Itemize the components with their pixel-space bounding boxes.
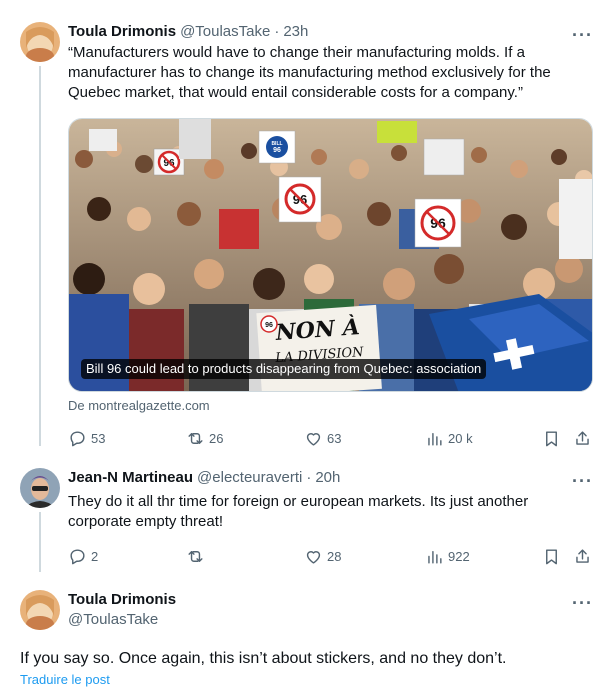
views-button[interactable]: 20 k — [425, 428, 473, 448]
author-name[interactable]: Toula Drimonis — [68, 590, 176, 610]
action-bar: 2 28 922 — [68, 546, 593, 566]
views-button[interactable]: 922 — [425, 546, 470, 566]
views-bar-icon — [428, 432, 442, 446]
separator-dot: · — [306, 469, 312, 486]
share-icon — [576, 548, 589, 563]
timestamp[interactable]: 20h — [315, 468, 340, 488]
heart-icon — [306, 432, 321, 446]
repost-icon — [188, 432, 203, 444]
author-handle-line: @ToulasTake — [68, 610, 158, 630]
bookmark-icon — [546, 548, 557, 564]
more-options-icon[interactable]: ··· — [572, 472, 593, 490]
card-image: 96 96 96 BILL 96 NON — [69, 119, 592, 391]
card-headline[interactable]: Bill 96 could lead to products disappear… — [81, 359, 487, 379]
share-button[interactable] — [573, 428, 592, 448]
views-count: 20 k — [448, 430, 473, 446]
card-source[interactable]: De montrealgazette.com — [68, 398, 210, 413]
svg-text:96: 96 — [273, 147, 281, 154]
share-icon — [576, 430, 589, 445]
tweet-text: They do it all thr time for foreign or e… — [68, 493, 529, 530]
bookmark-button[interactable] — [542, 428, 561, 448]
author-name-line: Toula Drimonis — [68, 590, 176, 610]
timestamp[interactable]: 23h — [283, 22, 308, 42]
thread-line — [39, 512, 41, 572]
views-bar-icon — [428, 550, 442, 564]
link-card[interactable]: 96 96 96 BILL 96 NON — [68, 118, 593, 392]
avatar[interactable] — [20, 590, 60, 630]
repost-icon — [188, 550, 203, 562]
separator-dot: · — [274, 23, 280, 40]
reply-button[interactable]: 2 — [68, 546, 98, 566]
share-button[interactable] — [573, 546, 592, 566]
more-options-icon[interactable]: ··· — [572, 594, 593, 612]
repost-button[interactable] — [186, 546, 209, 566]
reply-count: 53 — [91, 430, 106, 446]
action-bar: 53 26 63 20 k — [68, 428, 593, 448]
like-count: 28 — [327, 548, 342, 564]
heart-icon — [306, 550, 321, 564]
author-handle[interactable]: @electeuraverti — [197, 468, 302, 488]
tweet-text: “Manufacturers would have to change thei… — [68, 44, 551, 101]
repost-button[interactable]: 26 — [186, 428, 223, 448]
tweet-header: Toula Drimonis @ToulasTake · 23h — [68, 22, 308, 42]
tweet-header: Jean-N Martineau @electeuraverti · 20h — [68, 468, 340, 488]
views-count: 922 — [448, 548, 470, 564]
author-handle[interactable]: @ToulasTake — [68, 610, 158, 630]
translate-link[interactable]: Traduire le post — [20, 672, 110, 687]
like-button[interactable]: 63 — [304, 428, 341, 448]
bookmark-icon — [546, 430, 557, 446]
author-handle[interactable]: @ToulasTake — [180, 22, 270, 42]
reply-icon — [70, 548, 85, 564]
tweet-1[interactable]: Toula Drimonis @ToulasTake · 23h ··· “Ma… — [0, 0, 600, 450]
author-name[interactable]: Toula Drimonis — [68, 22, 176, 42]
avatar[interactable] — [20, 468, 60, 508]
svg-text:96: 96 — [265, 322, 273, 329]
tweet-2[interactable]: Jean-N Martineau @electeuraverti · 20h ·… — [0, 462, 600, 572]
bookmark-button[interactable] — [542, 546, 561, 566]
tweet-text: If you say so. Once again, this isn’t ab… — [20, 650, 507, 667]
more-options-icon[interactable]: ··· — [572, 26, 593, 44]
author-name[interactable]: Jean-N Martineau — [68, 468, 193, 488]
reply-count: 2 — [91, 548, 99, 564]
like-count: 63 — [327, 430, 342, 446]
avatar[interactable] — [20, 22, 60, 62]
like-button[interactable]: 28 — [304, 546, 341, 566]
reply-button[interactable]: 53 — [68, 428, 105, 448]
reply-icon — [70, 430, 85, 446]
repost-count: 26 — [209, 430, 224, 446]
thread-line — [39, 66, 41, 446]
